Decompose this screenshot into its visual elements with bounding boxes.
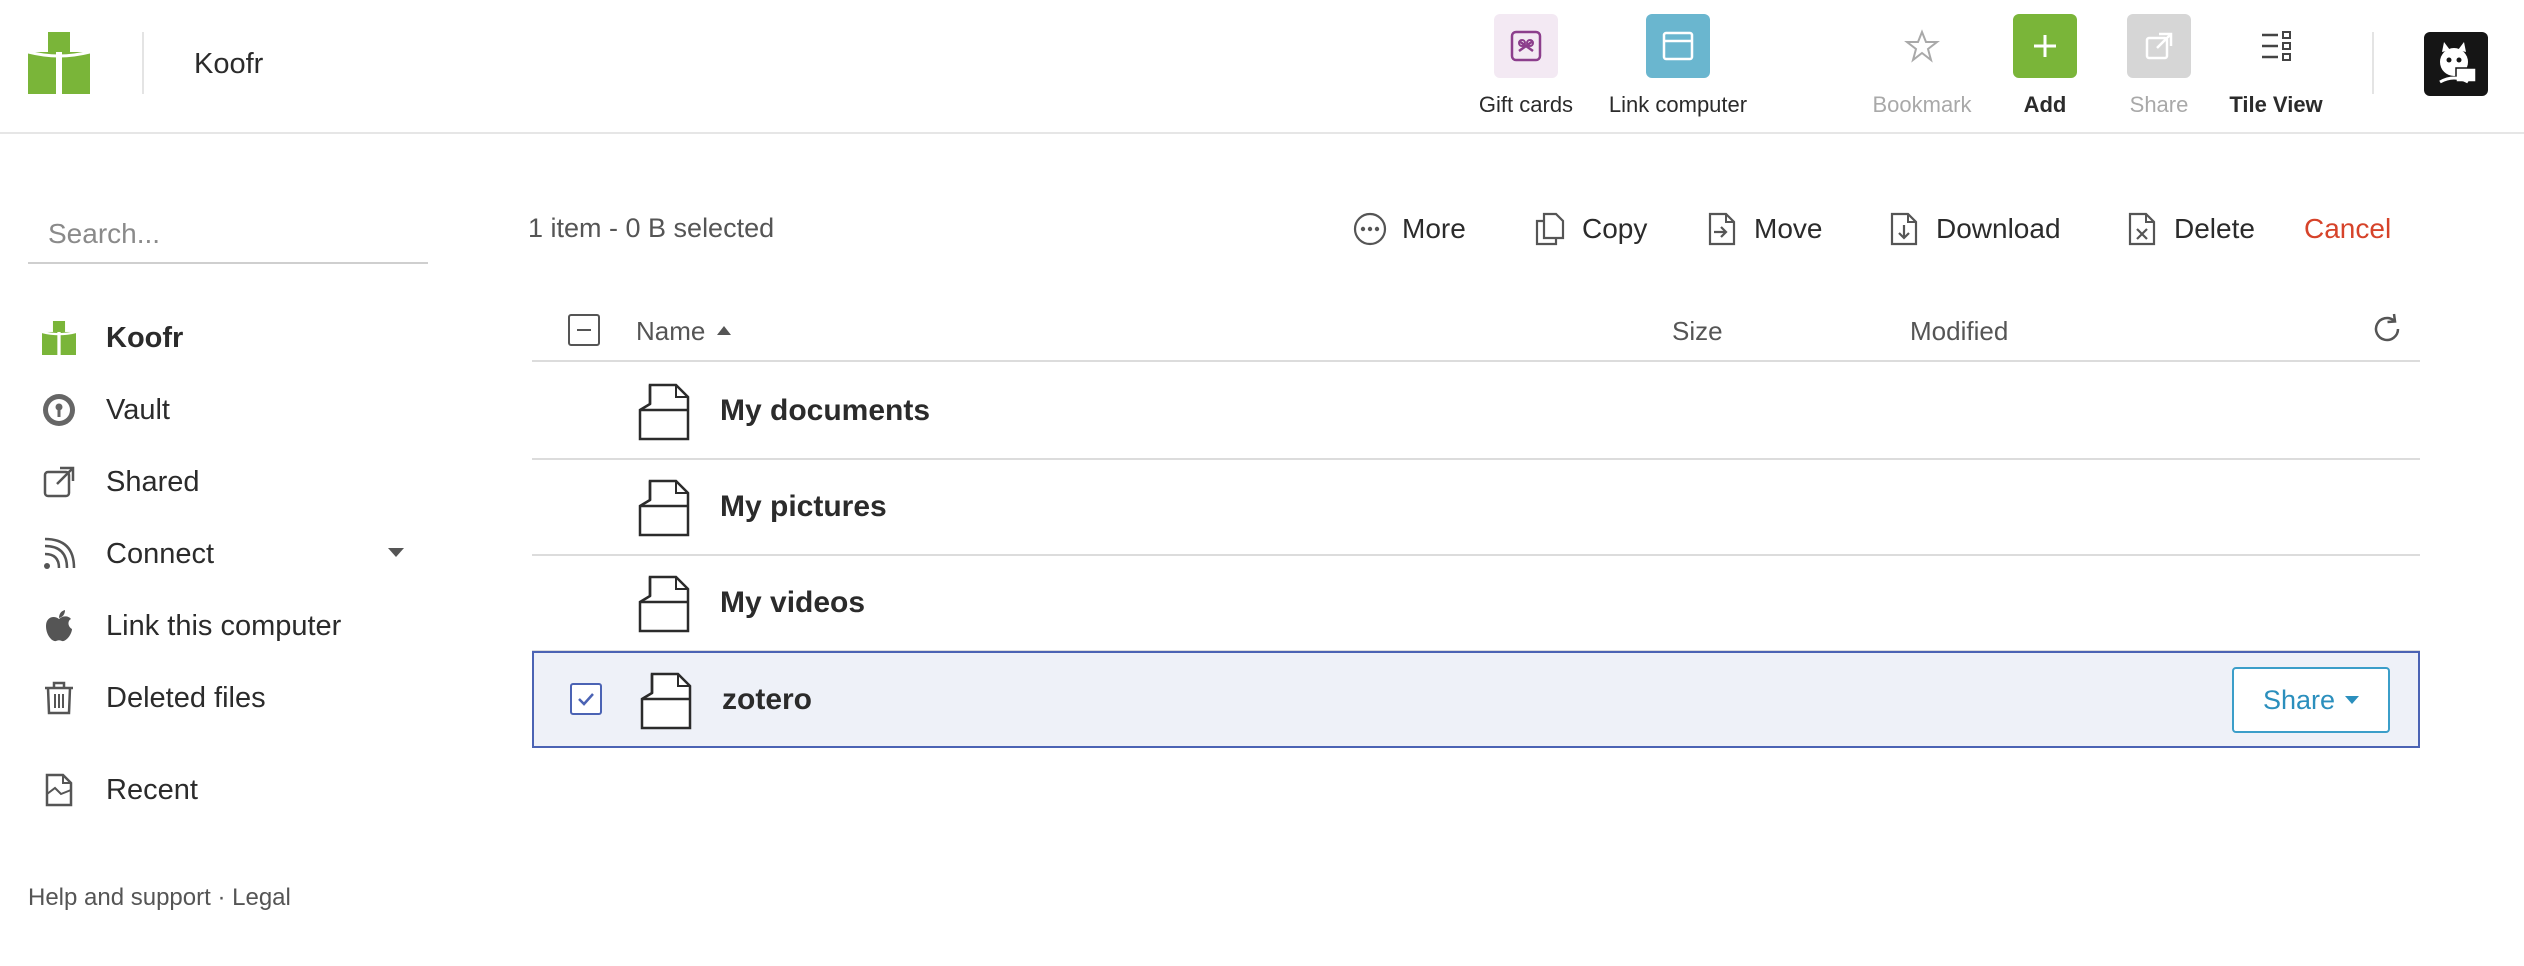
bookmark-label: Bookmark [1872, 92, 1972, 117]
trash-icon [40, 679, 78, 717]
download-label: Download [1936, 213, 2061, 244]
download-icon [1886, 211, 1922, 247]
avatar[interactable] [2424, 32, 2488, 96]
table-row[interactable]: My documents [532, 364, 2420, 460]
delete-button[interactable]: Delete [2124, 204, 2255, 254]
move-label: Move [1754, 213, 1823, 244]
sidebar-item-deleted-files[interactable]: Deleted files [40, 670, 420, 726]
header-divider [2372, 32, 2374, 94]
column-header-size[interactable]: Size [1672, 316, 1723, 347]
external-link-icon [40, 463, 78, 501]
sidebar-item-label: Connect [106, 537, 215, 570]
table-header: Name Size Modified [532, 300, 2420, 362]
file-name[interactable]: My documents [720, 394, 930, 428]
plus-icon [2013, 14, 2077, 78]
copy-button[interactable]: Copy [1532, 204, 1647, 254]
row-share-label: Share [2262, 684, 2336, 715]
download-button[interactable]: Download [1886, 204, 2061, 254]
star-icon [1890, 14, 1954, 78]
computer-window-icon [1646, 14, 1710, 78]
delete-label: Delete [2174, 213, 2255, 244]
sidebar-item-label: Link this computer [106, 609, 342, 642]
delete-file-icon [2124, 211, 2160, 247]
file-name[interactable]: My pictures [720, 490, 887, 524]
table-row-selected[interactable]: zotero Share [532, 651, 2420, 748]
apple-icon [40, 607, 78, 645]
move-icon [1704, 211, 1740, 247]
table-row[interactable]: My videos [532, 556, 2420, 652]
legal-link[interactable]: Legal [232, 884, 291, 911]
row-share-button[interactable]: Share [2232, 667, 2390, 733]
koofr-logo-icon [40, 319, 78, 357]
cancel-button[interactable]: Cancel [2304, 204, 2391, 254]
sidebar-item-link-this-computer[interactable]: Link this computer [40, 598, 420, 654]
chevron-down-icon[interactable] [388, 548, 404, 557]
sidebar-item-shared[interactable]: Shared [40, 454, 420, 510]
tile-view-label: Tile View [2229, 92, 2323, 117]
cancel-label: Cancel [2304, 213, 2392, 244]
selection-info: 1 item - 0 B selected [528, 213, 775, 243]
cat-avatar-icon [2439, 42, 2477, 84]
rss-icon [40, 535, 78, 573]
sidebar-item-label: Deleted files [106, 681, 266, 714]
tile-view-button[interactable]: Tile View [2224, 14, 2328, 118]
sidebar-item-vault[interactable]: Vault [40, 382, 420, 438]
folder-icon [640, 672, 692, 730]
sidebar-item-recent[interactable]: Recent [40, 762, 420, 818]
file-name[interactable]: My videos [720, 586, 865, 620]
link-computer-label: Link computer [1608, 92, 1748, 117]
move-button[interactable]: Move [1704, 204, 1822, 254]
folder-icon [638, 383, 690, 441]
sidebar-item-label: Shared [106, 465, 200, 498]
folder-icon [638, 575, 690, 633]
footer-separator: · [210, 884, 233, 911]
sidebar-item-label: Vault [106, 393, 170, 426]
top-header: Koofr Gift cards Link computer Bookmark … [0, 0, 2524, 134]
sidebar-item-label: Koofr [106, 321, 184, 354]
koofr-logo-icon[interactable] [28, 32, 90, 94]
add-label: Add [2023, 92, 2067, 117]
column-name-label: Name [636, 316, 706, 346]
checkmark-icon [578, 693, 594, 706]
gift-icon [1494, 14, 1558, 78]
sidebar-footer: Help and support · Legal [28, 884, 291, 912]
add-button[interactable]: Add [2005, 14, 2085, 118]
sidebar-item-koofr[interactable]: Koofr [40, 310, 420, 366]
search-input[interactable] [28, 206, 428, 264]
help-support-link[interactable]: Help and support [28, 884, 211, 911]
share-label: Share [2129, 92, 2189, 117]
more-label: More [1402, 213, 1466, 244]
sidebar-item-connect[interactable]: Connect [40, 526, 420, 582]
row-checkbox[interactable] [570, 683, 602, 715]
copy-label: Copy [1582, 213, 1648, 244]
app-title: Koofr [194, 48, 264, 80]
share-button[interactable]: Share [2119, 14, 2199, 118]
column-header-name[interactable]: Name [636, 316, 732, 347]
gift-cards-label: Gift cards [1478, 92, 1574, 117]
header-divider [142, 32, 144, 94]
folder-icon [638, 479, 690, 537]
link-computer-button[interactable]: Link computer [1598, 14, 1758, 118]
sort-ascending-icon [717, 325, 732, 335]
column-header-modified[interactable]: Modified [1910, 316, 2008, 347]
vault-icon [40, 391, 78, 429]
share-external-icon [2127, 14, 2191, 78]
select-all-checkbox[interactable] [568, 314, 600, 346]
tile-view-icon [2244, 14, 2308, 78]
chevron-down-icon [2345, 696, 2360, 704]
table-row[interactable]: My pictures [532, 460, 2420, 556]
file-name[interactable]: zotero [722, 683, 812, 717]
sidebar-item-label: Recent [106, 773, 198, 806]
recent-file-icon [40, 771, 78, 809]
bookmark-button[interactable]: Bookmark [1864, 14, 1980, 118]
more-icon [1352, 211, 1388, 247]
copy-icon [1532, 211, 1568, 247]
refresh-icon[interactable] [2370, 312, 2406, 348]
more-button[interactable]: More [1352, 204, 1466, 254]
gift-cards-button[interactable]: Gift cards [1474, 14, 1578, 118]
